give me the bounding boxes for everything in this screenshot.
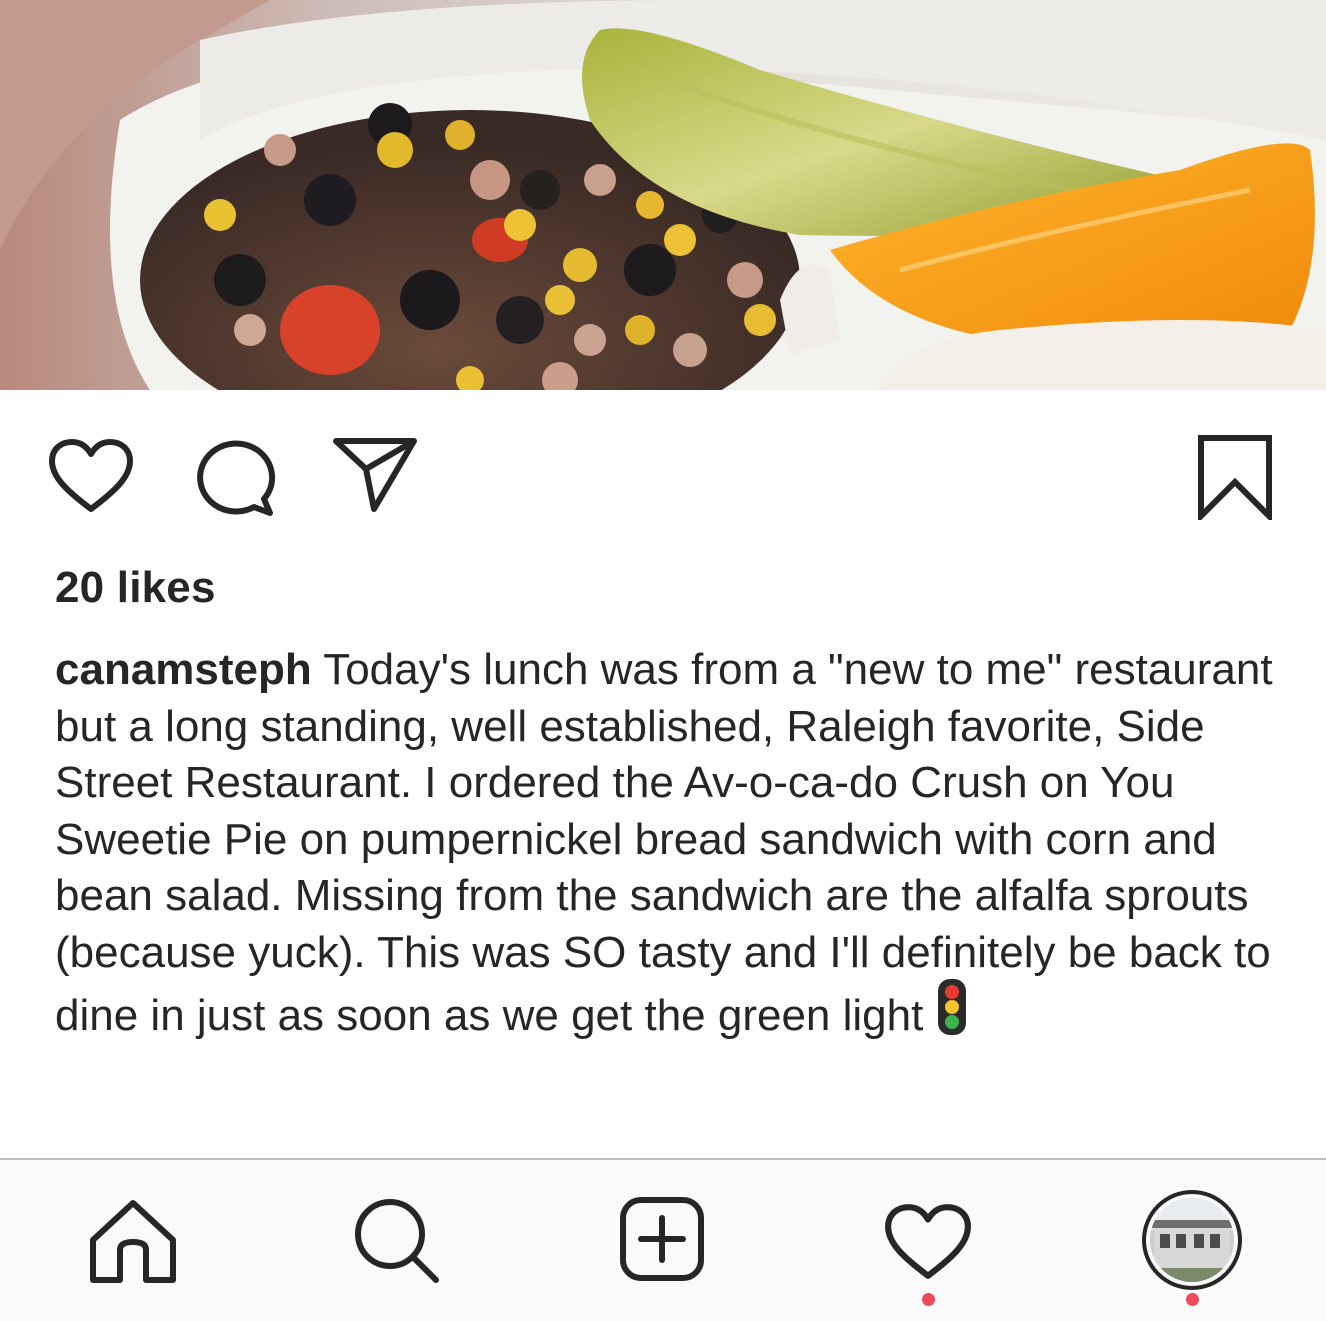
heart-outline-icon[interactable] [47,437,135,515]
caption-text: Today's lunch was from a "new to me" res… [55,645,1273,1040]
profile-avatar[interactable] [1142,1190,1242,1295]
activity-heart-icon[interactable] [883,1202,973,1287]
new-post-icon[interactable] [619,1196,705,1287]
search-icon[interactable] [352,1196,442,1291]
bottom-tab-bar [0,1158,1326,1321]
home-icon[interactable] [88,1198,178,1289]
comment-bubble-icon[interactable] [192,437,276,517]
profile-notification-dot [1186,1293,1199,1306]
activity-notification-dot [922,1293,935,1306]
caption-username[interactable]: canamsteph [55,645,312,694]
post-photo[interactable] [0,0,1326,390]
post-caption: canamsteph Today's lunch was from a "new… [55,642,1295,1054]
bookmark-icon[interactable] [1196,434,1274,520]
likes-count[interactable]: 20 likes [55,563,216,613]
post-action-bar [0,390,1326,540]
paper-plane-icon[interactable] [332,435,420,515]
traffic-light-emoji-icon [937,978,967,1051]
